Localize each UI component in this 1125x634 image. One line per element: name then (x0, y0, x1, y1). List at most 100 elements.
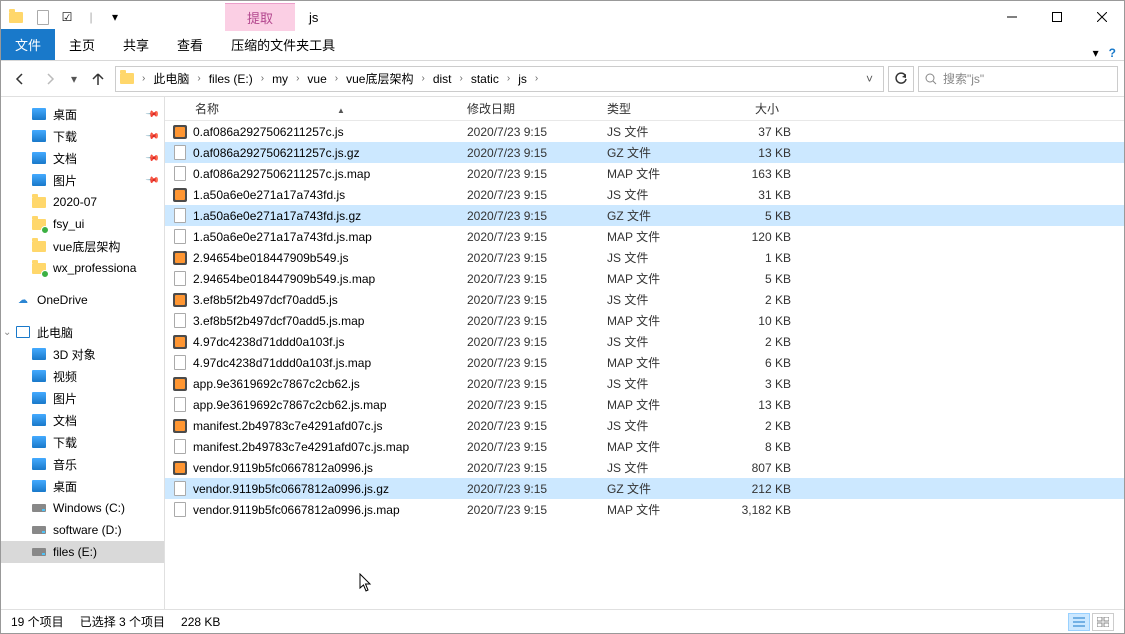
tree-item[interactable]: 下载📌 (1, 125, 164, 147)
breadcrumb-item[interactable]: 此电脑 (149, 70, 193, 87)
tree-item[interactable]: fsy_ui (1, 213, 164, 235)
qat-checkbox-icon[interactable]: ☑ (57, 7, 77, 27)
help-icon[interactable]: ? (1109, 46, 1116, 60)
tree-item[interactable]: 文档 (1, 409, 164, 431)
close-button[interactable] (1079, 2, 1124, 32)
file-row[interactable]: 3.ef8b5f2b497dcf70add5.js.map2020/7/23 9… (165, 310, 1124, 331)
tree-item[interactable]: 下载 (1, 431, 164, 453)
tree-label: files (E:) (53, 545, 158, 559)
tree-item[interactable]: 2020-07 (1, 191, 164, 213)
breadcrumb-item[interactable]: js (514, 72, 531, 86)
breadcrumb-item[interactable]: vue (303, 72, 330, 86)
chevron-right-icon[interactable]: › (456, 73, 467, 84)
tree-item[interactable]: 图片📌 (1, 169, 164, 191)
file-date: 2020/7/23 9:15 (467, 440, 607, 454)
tree-item[interactable]: Windows (C:) (1, 497, 164, 519)
file-name: vendor.9119b5fc0667812a0996.js.map (189, 503, 467, 517)
column-headers[interactable]: 名称 ▲ 修改日期 类型 大小 (165, 97, 1124, 121)
file-row[interactable]: vendor.9119b5fc0667812a0996.js.map2020/7… (165, 499, 1124, 520)
ribbon-tab-file[interactable]: 文件 (1, 29, 55, 60)
breadcrumb-item[interactable]: vue底层架构 (342, 70, 417, 87)
tree-item[interactable]: vue底层架构 (1, 235, 164, 257)
address-bar[interactable]: › 此电脑›files (E:)›my›vue›vue底层架构›dist›sta… (115, 66, 884, 92)
file-row[interactable]: 1.a50a6e0e271a17a743fd.js.gz2020/7/23 9:… (165, 205, 1124, 226)
breadcrumb-item[interactable]: static (467, 72, 503, 86)
view-details-button[interactable] (1068, 613, 1090, 631)
tree-thispc[interactable]: ⌄ 此电脑 (1, 321, 164, 343)
file-row[interactable]: 2.94654be018447909b549.js.map2020/7/23 9… (165, 268, 1124, 289)
file-type: GZ 文件 (607, 480, 721, 497)
nav-up-button[interactable] (85, 66, 111, 92)
file-name: manifest.2b49783c7e4291afd07c.js (189, 419, 467, 433)
tree-item[interactable]: wx_professiona (1, 257, 164, 279)
ribbon-tab[interactable]: 主页 (55, 29, 109, 60)
ribbon-tab[interactable]: 压缩的文件夹工具 (217, 29, 349, 60)
minimize-button[interactable] (989, 2, 1034, 32)
pin-icon: 📌 (145, 128, 161, 144)
nav-history-button[interactable]: ▾ (67, 66, 81, 92)
file-list[interactable]: 0.af086a2927506211257c.js2020/7/23 9:15J… (165, 121, 1124, 609)
file-row[interactable]: 0.af086a2927506211257c.js.map2020/7/23 9… (165, 163, 1124, 184)
chevron-right-icon[interactable]: › (138, 73, 149, 84)
maximize-button[interactable] (1034, 2, 1079, 32)
file-row[interactable]: 3.ef8b5f2b497dcf70add5.js2020/7/23 9:15J… (165, 289, 1124, 310)
file-row[interactable]: vendor.9119b5fc0667812a0996.js2020/7/23 … (165, 457, 1124, 478)
file-row[interactable]: 0.af086a2927506211257c.js2020/7/23 9:15J… (165, 121, 1124, 142)
column-header-size[interactable]: 大小 (715, 100, 785, 117)
nav-forward-button[interactable] (37, 66, 63, 92)
tree-item[interactable]: files (E:) (1, 541, 164, 563)
column-header-date[interactable]: 修改日期 (461, 100, 601, 117)
tree-label: vue底层架构 (53, 238, 158, 255)
nav-back-button[interactable] (7, 66, 33, 92)
refresh-button[interactable] (888, 66, 914, 92)
qat-overflow-icon[interactable]: ▾ (105, 7, 125, 27)
chevron-right-icon[interactable]: › (193, 73, 204, 84)
tree-item[interactable]: 音乐 (1, 453, 164, 475)
tree-item[interactable]: 文档📌 (1, 147, 164, 169)
chevron-right-icon[interactable]: › (331, 73, 342, 84)
context-tab[interactable]: 提取 (225, 3, 295, 31)
search-input[interactable]: 搜索"js" (918, 66, 1118, 92)
file-size: 2 KB (721, 335, 791, 349)
tree-item[interactable]: software (D:) (1, 519, 164, 541)
breadcrumb-item[interactable]: my (268, 72, 292, 86)
chevron-down-icon[interactable]: ⌄ (3, 327, 11, 338)
navigation-pane[interactable]: 桌面📌下载📌文档📌图片📌2020-07fsy_uivue底层架构wx_profe… (1, 97, 165, 609)
file-row[interactable]: manifest.2b49783c7e4291afd07c.js2020/7/2… (165, 415, 1124, 436)
breadcrumb-item[interactable]: files (E:) (205, 72, 257, 86)
file-date: 2020/7/23 9:15 (467, 461, 607, 475)
file-size: 2 KB (721, 419, 791, 433)
tree-item[interactable]: 视频 (1, 365, 164, 387)
file-row[interactable]: 2.94654be018447909b549.js2020/7/23 9:15J… (165, 247, 1124, 268)
column-header-type[interactable]: 类型 (601, 100, 715, 117)
tree-item[interactable]: 桌面📌 (1, 103, 164, 125)
column-header-name[interactable]: 名称 ▲ (171, 100, 461, 117)
address-dropdown-icon[interactable]: ˅ (860, 72, 879, 86)
file-row[interactable]: 4.97dc4238d71ddd0a103f.js2020/7/23 9:15J… (165, 331, 1124, 352)
chevron-right-icon[interactable]: › (417, 73, 428, 84)
file-row[interactable]: 1.a50a6e0e271a17a743fd.js2020/7/23 9:15J… (165, 184, 1124, 205)
file-row[interactable]: manifest.2b49783c7e4291afd07c.js.map2020… (165, 436, 1124, 457)
js-file-icon (171, 188, 189, 202)
tree-onedrive[interactable]: ☁ OneDrive (1, 289, 164, 311)
view-thumbnails-button[interactable] (1092, 613, 1114, 631)
file-row[interactable]: 4.97dc4238d71ddd0a103f.js.map2020/7/23 9… (165, 352, 1124, 373)
chevron-right-icon[interactable]: › (292, 73, 303, 84)
ribbon-tab[interactable]: 共享 (109, 29, 163, 60)
file-row[interactable]: 1.a50a6e0e271a17a743fd.js.map2020/7/23 9… (165, 226, 1124, 247)
breadcrumb-item[interactable]: dist (429, 72, 456, 86)
file-row[interactable]: vendor.9119b5fc0667812a0996.js.gz2020/7/… (165, 478, 1124, 499)
navigation-bar: ▾ › 此电脑›files (E:)›my›vue›vue底层架构›dist›s… (1, 61, 1124, 97)
file-row[interactable]: app.9e3619692c7867c2cb62.js2020/7/23 9:1… (165, 373, 1124, 394)
chevron-right-icon[interactable]: › (257, 73, 268, 84)
chevron-right-icon[interactable]: › (503, 73, 514, 84)
ribbon-tab[interactable]: 查看 (163, 29, 217, 60)
file-row[interactable]: 0.af086a2927506211257c.js.gz2020/7/23 9:… (165, 142, 1124, 163)
chevron-right-icon[interactable]: › (531, 73, 542, 84)
file-row[interactable]: app.9e3619692c7867c2cb62.js.map2020/7/23… (165, 394, 1124, 415)
tree-item[interactable]: 图片 (1, 387, 164, 409)
tree-item[interactable]: 3D 对象 (1, 343, 164, 365)
qat-properties-icon[interactable] (33, 7, 53, 27)
tree-item[interactable]: 桌面 (1, 475, 164, 497)
ribbon-expand-icon[interactable]: ▾ (1093, 46, 1099, 60)
